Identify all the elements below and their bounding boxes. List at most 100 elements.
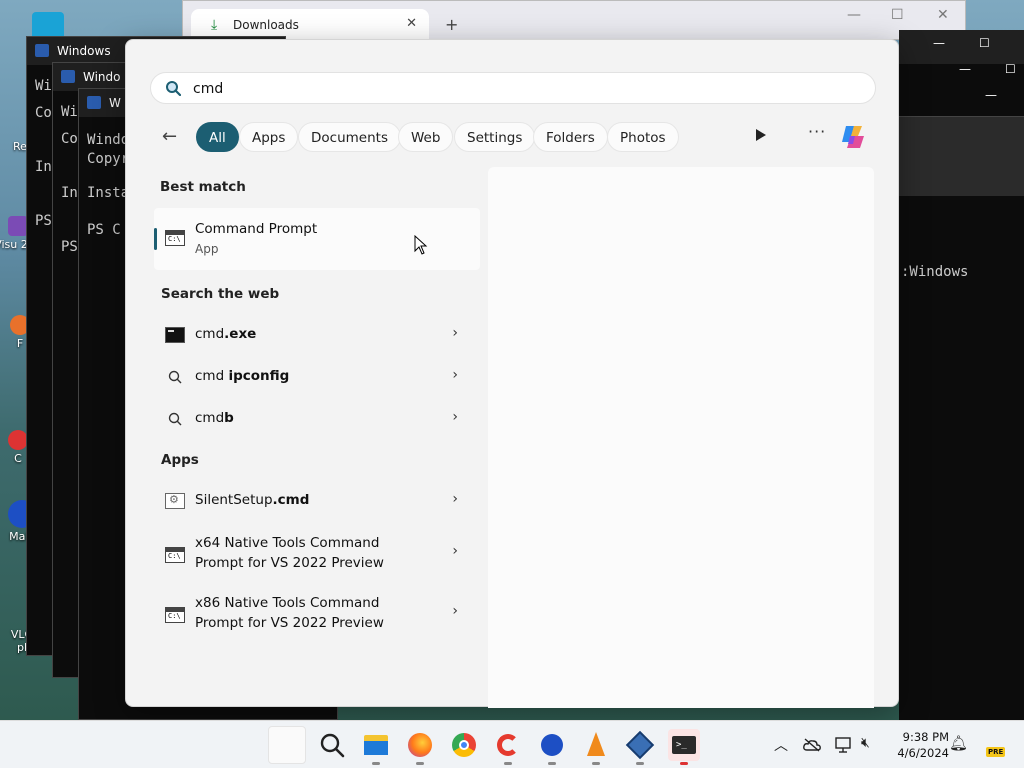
query-text: cmd xyxy=(195,326,225,342)
filter-apps[interactable]: Apps xyxy=(239,122,299,152)
powershell-icon xyxy=(87,96,101,109)
command-prompt-icon xyxy=(165,230,185,246)
result-title: SilentSetup.cmd xyxy=(195,490,309,510)
running-indicator xyxy=(504,762,512,765)
best-match-title: Best match xyxy=(160,179,246,195)
running-indicator xyxy=(372,762,380,765)
result-title: Command Prompt xyxy=(195,221,318,237)
minimize-button[interactable]: — xyxy=(959,62,971,76)
filter-web[interactable]: Web xyxy=(398,122,454,152)
web-result[interactable]: cmd ipconfig › xyxy=(154,357,480,397)
search-icon xyxy=(166,81,181,96)
terminal-line: :Windows xyxy=(901,264,969,280)
query-text: cmd xyxy=(195,410,225,426)
chevron-right-icon: › xyxy=(452,491,458,507)
search-icon xyxy=(168,370,182,384)
chevron-right-icon: › xyxy=(452,367,458,383)
chrome-icon[interactable] xyxy=(448,729,480,761)
maximize-button[interactable]: ☐ xyxy=(891,7,904,23)
maximize-button[interactable]: ☐ xyxy=(979,36,990,50)
result-title: cmd ipconfig xyxy=(195,366,289,386)
desktop-icon-label: C xyxy=(14,452,22,465)
search-box[interactable] xyxy=(150,72,876,104)
mouse-cursor-icon xyxy=(414,235,428,255)
minimize-button[interactable]: — xyxy=(847,7,861,23)
result-title: cmdb xyxy=(195,408,234,428)
search-icon xyxy=(168,412,182,426)
browser-window: ⤓ Downloads ✕ + — ☐ ✕ xyxy=(182,0,966,41)
preview-badge: PRE xyxy=(986,747,1006,757)
copilot-icon[interactable] xyxy=(838,122,868,152)
selection-indicator xyxy=(154,228,157,250)
suggestion-text: ipconfig xyxy=(228,368,290,384)
new-tab-button[interactable]: + xyxy=(445,15,458,34)
ccleaner-icon[interactable] xyxy=(492,729,524,765)
clock-time: 9:38 PM xyxy=(902,730,949,744)
firefox-icon[interactable] xyxy=(404,729,436,765)
setup-icon xyxy=(165,493,185,509)
show-hidden-icons-chevron-icon[interactable]: ︿ xyxy=(774,735,788,755)
terminal-tab-bar xyxy=(899,116,1024,196)
app-name: SilentSetup xyxy=(195,492,273,508)
result-title-line1: x86 Native Tools Command xyxy=(195,595,380,611)
maximize-button[interactable]: ☐ xyxy=(1005,62,1016,76)
running-indicator xyxy=(548,762,556,765)
search-icon[interactable] xyxy=(316,729,348,761)
powershell-icon xyxy=(61,70,75,83)
taskbar: >_ ︿ 🔇︎ 9:38 PM 4/6/2024 🔔︎ PRE xyxy=(0,720,1024,768)
terminal-title-bar[interactable] xyxy=(899,30,1024,64)
clock-date: 4/6/2024 xyxy=(897,746,949,760)
close-tab-icon[interactable]: ✕ xyxy=(406,16,417,31)
download-icon: ⤓ xyxy=(211,17,218,33)
terminal-icon[interactable]: >_ xyxy=(668,729,700,765)
suggestion-text: b xyxy=(224,410,234,426)
filter-bar: ← All Apps Documents Web Settings Folder… xyxy=(162,122,874,152)
start-button[interactable] xyxy=(268,726,306,764)
search-web-title: Search the web xyxy=(161,286,280,302)
cmd-icon xyxy=(165,327,185,343)
notification-bell-icon[interactable]: 🔔︎ xyxy=(949,734,968,752)
minimize-button[interactable]: — xyxy=(985,88,997,102)
filter-documents[interactable]: Documents xyxy=(298,122,401,152)
app-result[interactable]: x86 Native Tools Command Prompt for VS 2… xyxy=(154,591,480,643)
best-match-command-prompt[interactable]: Command Prompt App xyxy=(154,208,480,270)
play-icon[interactable] xyxy=(756,129,766,141)
preview-pane xyxy=(488,167,874,708)
chevron-right-icon: › xyxy=(452,409,458,425)
result-title-line1: x64 Native Tools Command xyxy=(195,535,380,551)
desktop-icon-label: Re xyxy=(13,140,27,153)
terminal-title: Windows xyxy=(57,44,111,58)
clock[interactable]: 9:38 PM 4/6/2024 xyxy=(889,729,949,761)
running-indicator xyxy=(592,762,600,765)
app-result[interactable]: x64 Native Tools Command Prompt for VS 2… xyxy=(154,531,480,583)
terminal-window[interactable]: — ☐ — ☐ — :Windows xyxy=(899,30,1024,720)
terminal-title: Windo xyxy=(83,70,121,84)
result-title-line2: Prompt for VS 2022 Preview xyxy=(195,555,384,571)
vlc-icon[interactable] xyxy=(580,729,612,765)
filter-folders[interactable]: Folders xyxy=(533,122,608,152)
query-text: cmd xyxy=(195,368,229,384)
running-indicator xyxy=(680,762,688,765)
close-button[interactable]: ✕ xyxy=(937,7,949,23)
filter-all[interactable]: All xyxy=(196,122,239,152)
visual-studio-icon xyxy=(8,216,28,236)
app-result[interactable]: SilentSetup.cmd › xyxy=(154,481,480,521)
virtualbox-icon[interactable] xyxy=(624,729,656,765)
running-indicator xyxy=(636,762,644,765)
network-icon[interactable] xyxy=(835,737,853,753)
desktop-icon-label: F xyxy=(16,337,24,350)
start-search-panel: ← All Apps Documents Web Settings Folder… xyxy=(125,39,899,708)
filter-settings[interactable]: Settings xyxy=(454,122,536,152)
filter-photos[interactable]: Photos xyxy=(607,122,679,152)
volume-muted-icon[interactable]: 🔇︎ xyxy=(861,735,870,751)
web-result[interactable]: cmd.exe › xyxy=(154,315,480,355)
more-options-button[interactable]: ··· xyxy=(808,122,826,141)
malwarebytes-icon[interactable] xyxy=(536,729,568,765)
search-input[interactable] xyxy=(193,79,833,99)
apps-title: Apps xyxy=(161,452,199,468)
onedrive-icon[interactable] xyxy=(803,738,821,752)
file-explorer-icon[interactable] xyxy=(360,729,392,765)
minimize-button[interactable]: — xyxy=(933,36,945,50)
back-arrow-icon[interactable]: ← xyxy=(162,126,177,147)
web-result[interactable]: cmdb › xyxy=(154,399,480,439)
